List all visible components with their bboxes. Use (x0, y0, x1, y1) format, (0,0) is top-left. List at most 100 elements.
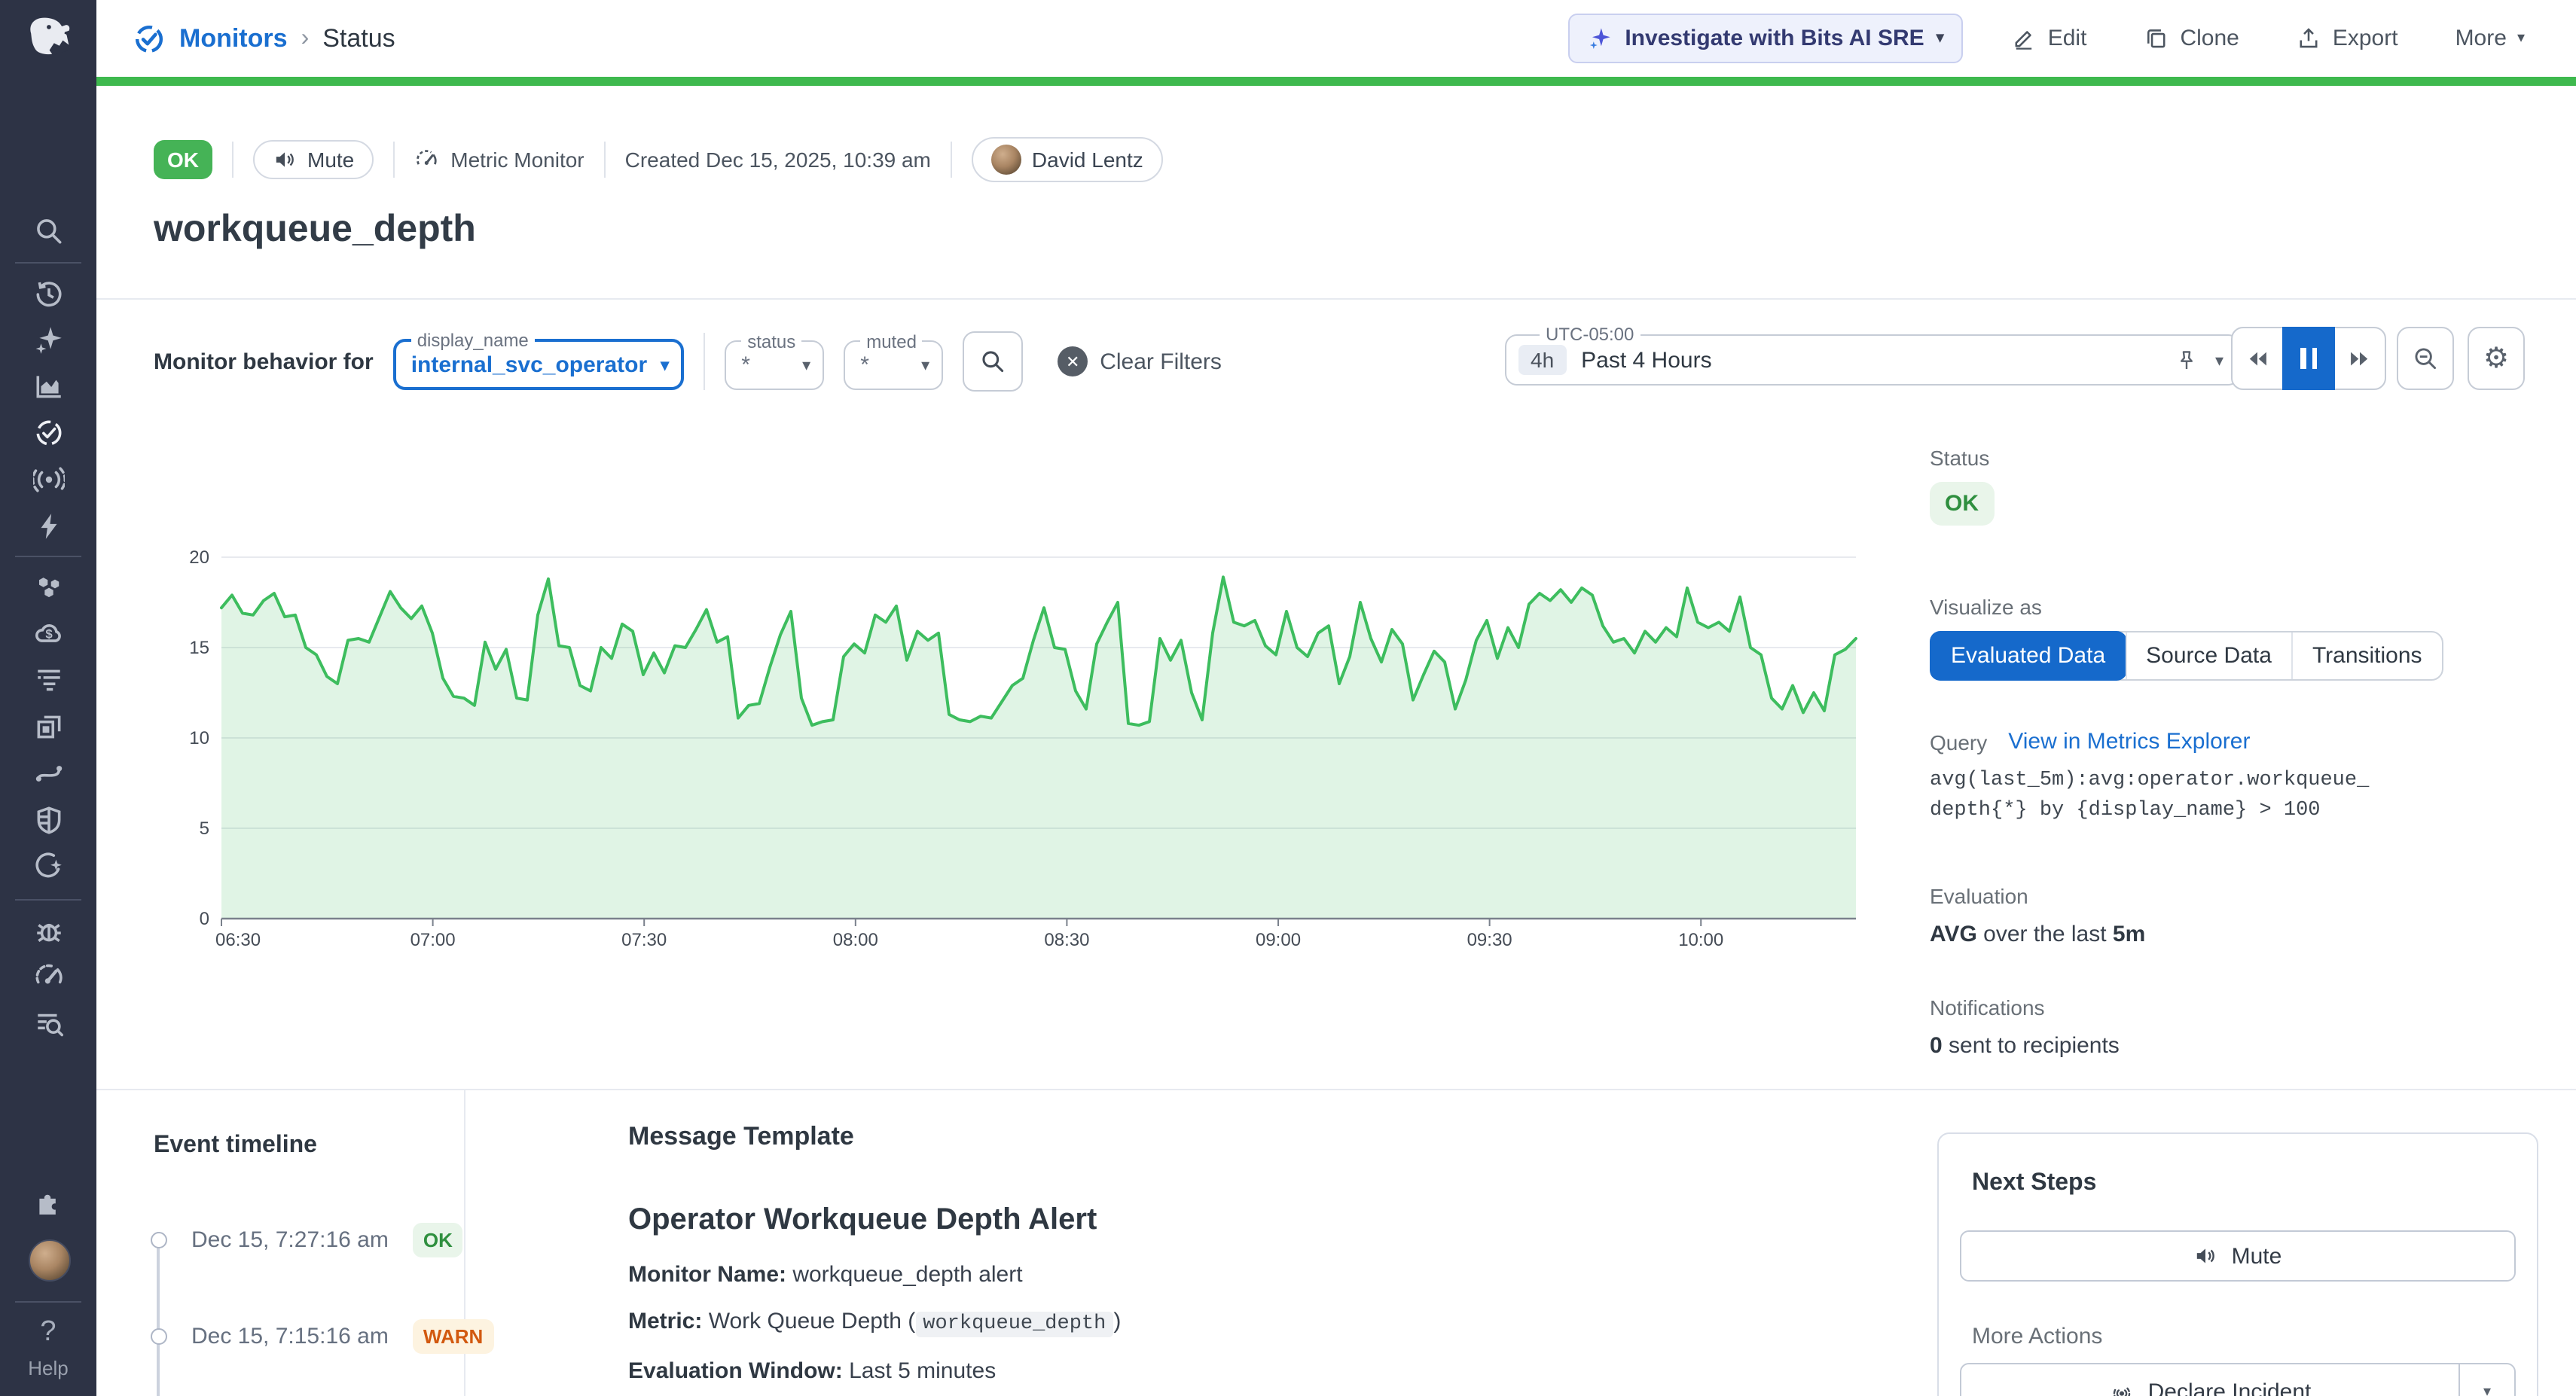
display-name-filter[interactable]: display_name internal_svc_operator ▾ (393, 333, 685, 390)
breadcrumb-monitors[interactable]: Monitors (179, 23, 288, 53)
message-field: Evaluation Window: Last 5 minutes (628, 1355, 1833, 1388)
edit-button[interactable]: Edit (2003, 24, 2096, 53)
search-filter-button[interactable] (963, 331, 1023, 392)
zoom-out-button[interactable] (2397, 327, 2454, 390)
search-icon (32, 215, 64, 246)
export-button[interactable]: Export (2288, 24, 2407, 53)
divider (96, 298, 2576, 300)
datadog-logo-icon[interactable] (18, 12, 78, 69)
fast-forward-button[interactable] (2333, 327, 2386, 390)
svg-text:07:30: 07:30 (621, 930, 667, 950)
visualize-option-source-data[interactable]: Source Data (2125, 632, 2291, 679)
sidebar-item-history[interactable] (0, 274, 96, 313)
metric-code-chip: workqueue_depth (915, 1312, 1113, 1337)
monitor-status-page: $ ? Help Monitors › Status (0, 0, 2576, 1396)
status-badge: OK (154, 140, 212, 179)
clone-label: Clone (2180, 26, 2239, 51)
pin-icon[interactable] (2175, 347, 2200, 373)
svg-text:08:30: 08:30 (1044, 930, 1089, 950)
sidebar-item-integrations[interactable] (0, 1181, 96, 1220)
sidebar-item-infrastructure[interactable] (0, 568, 96, 607)
mute-label: Mute (307, 148, 354, 172)
visualize-option-transitions[interactable]: Transitions (2291, 632, 2442, 679)
clear-filters-button[interactable]: ✕ Clear Filters (1058, 346, 1222, 376)
investigate-bits-ai-button[interactable]: Investigate with Bits AI SRE ▾ (1567, 14, 1963, 63)
gauge-icon (414, 147, 440, 172)
search-icon (979, 348, 1006, 375)
message-template: Message Template Operator Workqueue Dept… (628, 1122, 1833, 1388)
sidebar-item-cloud-cost[interactable]: $ (0, 614, 96, 654)
sidebar-item-error-tracking[interactable] (0, 911, 96, 950)
apm-icon (32, 510, 64, 541)
monitor-chart[interactable]: 0510152006:3007:0007:3008:0008:3009:0009… (161, 539, 1886, 965)
svg-text:08:00: 08:00 (833, 930, 878, 950)
declare-incident-label: Declare Incident (2148, 1379, 2312, 1396)
sidebar-item-search[interactable] (0, 211, 96, 250)
author-name: David Lentz (1032, 148, 1143, 172)
sidebar-item-llm-observability[interactable] (0, 846, 96, 885)
muted-filter[interactable]: muted * ▾ (844, 334, 943, 389)
timeline-event[interactable]: Dec 15, 7:15:16 am WARN (151, 1319, 493, 1354)
divider (951, 142, 952, 178)
history-icon (32, 278, 64, 309)
range-short-chip[interactable]: 4h (1518, 345, 1566, 375)
status-filter[interactable]: status * ▾ (725, 334, 824, 389)
muted-filter-legend: muted (860, 334, 923, 349)
sidebar-item-logs[interactable] (0, 660, 96, 700)
pause-button[interactable] (2282, 327, 2335, 390)
event-status-badge: WARN (413, 1319, 493, 1354)
watchdog-icon (32, 463, 64, 495)
caret-down-icon: ▾ (921, 355, 929, 375)
settings-gear-button[interactable]: ⚙ (2468, 327, 2525, 390)
sidebar-item-apm[interactable] (0, 506, 96, 545)
visualize-option-evaluated-data[interactable]: Evaluated Data (1930, 631, 2126, 681)
sidebar-item-ci-pipelines[interactable] (0, 753, 96, 792)
metrics-explorer-link[interactable]: View in Metrics Explorer (2008, 729, 2250, 754)
ci-pipelines-icon (32, 757, 64, 788)
sidebar-item-software-catalog[interactable] (0, 707, 96, 746)
bits-ai-icon (32, 325, 64, 356)
sidebar-item-watchdog[interactable] (0, 459, 96, 498)
sidebar-item-monitors[interactable] (0, 413, 96, 453)
more-button[interactable]: More ▾ (2446, 24, 2534, 53)
query-label: Query (1930, 730, 1987, 754)
sidebar-divider (15, 556, 81, 557)
svg-text:10:00: 10:00 (1678, 930, 1723, 950)
svg-text:10: 10 (189, 728, 209, 748)
svg-text:06:30: 06:30 (215, 930, 261, 950)
status-color-bar (96, 77, 2576, 86)
user-avatar[interactable] (29, 1239, 71, 1282)
sidebar-item-log-search[interactable] (0, 1004, 96, 1043)
message-field: Monitor Name: workqueue_depth alert (628, 1259, 1833, 1292)
sidebar-divider (15, 1301, 81, 1303)
divider (232, 142, 233, 178)
declare-incident-main[interactable]: Declare Incident (1961, 1364, 2458, 1396)
monitor-type: Metric Monitor (414, 147, 584, 172)
help-icon[interactable]: ? (0, 1316, 96, 1349)
timeline-node (151, 1232, 167, 1248)
help-label[interactable]: Help (0, 1357, 96, 1379)
sidebar-item-service-level-objectives[interactable] (0, 958, 96, 997)
svg-text:07:00: 07:00 (411, 930, 456, 950)
timeline-event[interactable]: Dec 15, 7:27:16 amOK (151, 1223, 463, 1257)
infrastructure-icon (32, 572, 64, 603)
sidebar-item-dashboards[interactable] (0, 367, 96, 406)
mute-button[interactable]: Mute (253, 140, 374, 179)
clone-button[interactable]: Clone (2135, 24, 2248, 53)
declare-incident-caret[interactable]: ▾ (2458, 1364, 2514, 1396)
time-range-picker[interactable]: UTC-05:00 4h Past 4 Hours ▾ (1505, 327, 2240, 386)
next-steps-mute-button[interactable]: Mute (1960, 1230, 2516, 1282)
event-time: Dec 15, 7:15:16 am (191, 1324, 389, 1349)
author-chip[interactable]: David Lentz (972, 137, 1163, 182)
status-filter-value: * (741, 352, 750, 378)
next-steps-heading: Next Steps (1972, 1170, 2096, 1197)
edit-label: Edit (2048, 26, 2087, 51)
caret-down-icon[interactable]: ▾ (2215, 350, 2223, 370)
svg-text:20: 20 (189, 547, 209, 568)
playback-controls (2231, 327, 2386, 390)
rewind-button[interactable] (2231, 327, 2284, 390)
security-icon (32, 803, 64, 835)
breadcrumb-chevron-icon: › (301, 25, 310, 52)
sidebar-item-security[interactable] (0, 800, 96, 839)
sidebar-item-bits-ai[interactable] (0, 321, 96, 360)
